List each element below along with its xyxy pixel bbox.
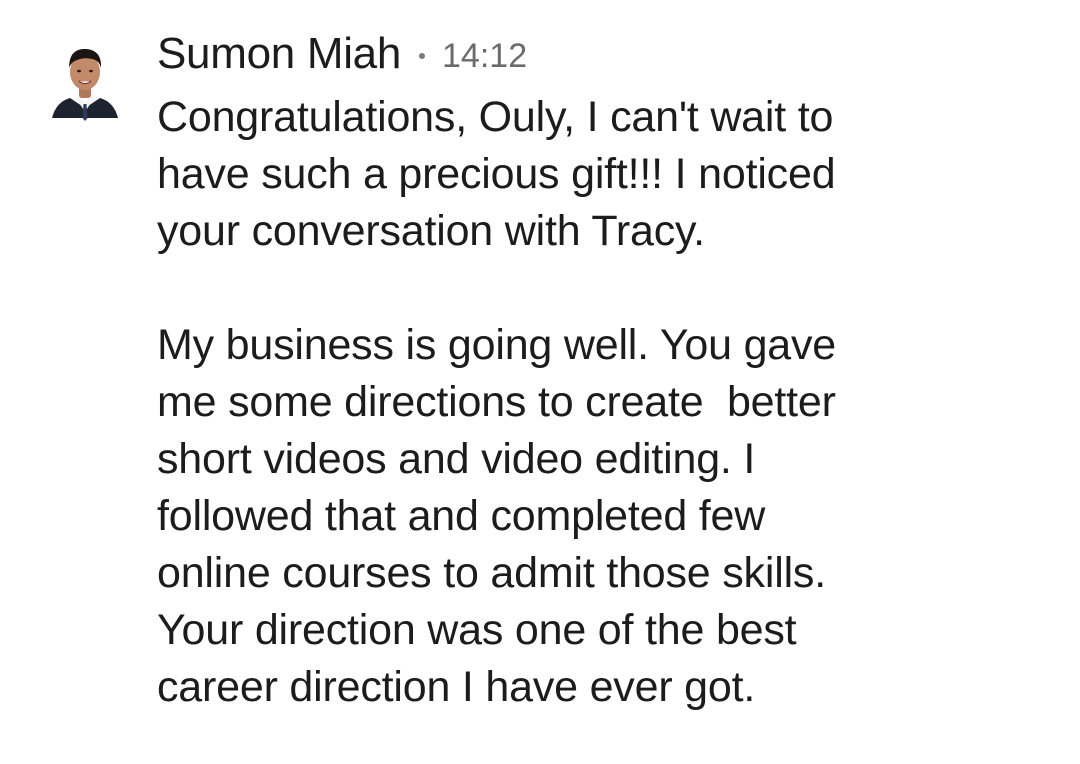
message-line: Your direction was one of the best	[157, 606, 797, 654]
message-line: career direction I have ever got.	[157, 663, 756, 711]
message-line: Congratulations, Ouly, I can't wait to	[157, 93, 834, 141]
message-paragraph: Congratulations, Ouly, I can't wait to h…	[157, 89, 1057, 260]
message-line: online courses to admit those skills.	[157, 549, 826, 597]
profile-photo-icon	[52, 48, 118, 121]
message-line: My business is going well. You gave	[157, 321, 837, 369]
sender-name[interactable]: Sumon Miah	[157, 29, 401, 79]
message-body: Congratulations, Ouly, I can't wait to h…	[157, 89, 1057, 716]
message-line: have such a precious gift!!! I noticed	[157, 150, 836, 198]
message-timestamp: 14:12	[442, 36, 528, 75]
message-paragraph: My business is going well. You gave me s…	[157, 317, 1057, 716]
separator-dot	[419, 53, 426, 59]
message-line: followed that and completed few	[157, 492, 766, 540]
avatar[interactable]	[50, 38, 120, 124]
message-line: me some directions to create better	[157, 378, 836, 426]
message-header: Sumon Miah 14:12	[157, 24, 527, 84]
chat-message: Sumon Miah 14:12 Congratulations, Ouly, …	[0, 0, 1080, 764]
message-line: your conversation with Tracy.	[157, 207, 705, 255]
message-line: short videos and video editing. I	[157, 435, 756, 483]
